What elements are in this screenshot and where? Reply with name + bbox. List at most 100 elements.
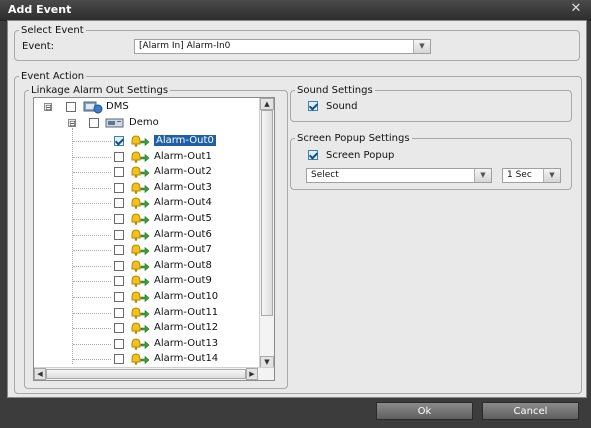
tree-item-row[interactable]: Alarm-Out7	[34, 243, 260, 258]
alarm-out-label[interactable]: Alarm-Out5	[154, 213, 212, 224]
alarm-out-checkbox[interactable]	[114, 152, 124, 162]
cancel-button[interactable]: Cancel	[482, 402, 579, 420]
alarm-out-label[interactable]: Alarm-Out3	[154, 182, 212, 193]
tree-guide-line	[73, 344, 111, 345]
tree-item-row[interactable]: Alarm-Out12	[34, 321, 260, 336]
chevron-down-icon[interactable]: ▼	[474, 169, 491, 182]
tree-root-label[interactable]: DMS	[106, 101, 129, 112]
alarm-out-checkbox[interactable]	[114, 183, 124, 193]
alarm-out-checkbox[interactable]	[114, 198, 124, 208]
tree-device-checkbox[interactable]	[89, 118, 99, 128]
scroll-right-icon[interactable]: ▶	[246, 368, 258, 380]
scroll-left-icon[interactable]: ◀	[34, 368, 46, 380]
event-action-legend: Event Action	[21, 71, 85, 82]
tree-root-checkbox[interactable]	[66, 102, 76, 112]
tree-guide-line	[73, 141, 111, 142]
alarm-out-tree[interactable]: ⊟ DMS ⊟ Demo Alarm-Out0 Alarm-Out1 Alarm-O…	[33, 97, 275, 381]
alarm-out-checkbox[interactable]	[114, 261, 124, 271]
device-icon	[105, 117, 125, 129]
alarm-out-label[interactable]: Alarm-Out11	[154, 307, 218, 318]
tree-hscroll-thumb[interactable]	[46, 369, 246, 379]
tree-device-label[interactable]: Demo	[129, 117, 159, 128]
alarm-out-checkbox[interactable]	[114, 354, 124, 364]
linkage-legend: Linkage Alarm Out Settings	[31, 85, 169, 96]
alarm-bell-icon	[130, 229, 150, 241]
event-dropdown-value: [Alarm In] Alarm-In0	[139, 41, 231, 51]
alarm-bell-icon	[130, 260, 150, 272]
event-dropdown[interactable]: [Alarm In] Alarm-In0 ▼	[134, 39, 431, 54]
tree-item-row[interactable]: Alarm-Out11	[34, 306, 260, 321]
tree-horizontal-scrollbar[interactable]: ◀ ▶	[34, 367, 274, 380]
alarm-bell-icon	[130, 151, 150, 163]
tree-item-row[interactable]: Alarm-Out6	[34, 228, 260, 243]
alarm-out-checkbox[interactable]	[114, 292, 124, 302]
ok-button[interactable]: Ok	[376, 402, 473, 420]
tree-item-row[interactable]: Alarm-Out10	[34, 290, 260, 305]
alarm-out-label[interactable]: Alarm-Out2	[154, 166, 212, 177]
screen-popup-checkbox[interactable]	[308, 150, 318, 160]
alarm-out-label[interactable]: Alarm-Out8	[154, 260, 212, 271]
popup-duration-value: 1 Sec	[507, 170, 532, 180]
tree-root-expander[interactable]: ⊟	[44, 103, 52, 112]
alarm-out-checkbox[interactable]	[114, 230, 124, 240]
screen-popup-legend: Screen Popup Settings	[297, 133, 410, 144]
close-icon[interactable]: ✕	[569, 2, 583, 16]
alarm-bell-icon	[130, 291, 150, 303]
sound-checkbox-label: Sound	[326, 101, 358, 112]
chevron-down-icon[interactable]: ▼	[413, 40, 430, 53]
tree-guide-line	[73, 172, 111, 173]
tree-item-row[interactable]: Alarm-Out8	[34, 259, 260, 274]
alarm-out-checkbox[interactable]	[114, 214, 124, 224]
alarm-out-label[interactable]: Alarm-Out13	[154, 338, 218, 349]
alarm-out-checkbox[interactable]	[114, 323, 124, 333]
tree-item-row[interactable]: Alarm-Out2	[34, 165, 260, 180]
tree-item-row[interactable]: Alarm-Out4	[34, 196, 260, 211]
popup-target-dropdown[interactable]: Select ▼	[306, 168, 492, 183]
alarm-out-label[interactable]: Alarm-Out9	[154, 275, 212, 286]
tree-item-row[interactable]: Alarm-Out0	[34, 134, 260, 149]
alarm-out-label[interactable]: Alarm-Out0	[154, 135, 216, 146]
tree-item-row[interactable]: Alarm-Out14	[34, 352, 260, 367]
alarm-out-checkbox[interactable]	[114, 339, 124, 349]
alarm-out-label[interactable]: Alarm-Out4	[154, 197, 212, 208]
alarm-bell-icon	[130, 353, 150, 365]
add-event-dialog: Add Event ✕ Select Event Event: [Alarm I…	[0, 0, 591, 428]
tree-vscroll-thumb[interactable]	[261, 110, 273, 316]
screen-popup-checkbox-label: Screen Popup	[326, 150, 395, 161]
tree-item-row[interactable]: Alarm-Out5	[34, 212, 260, 227]
sound-checkbox[interactable]	[308, 101, 318, 111]
select-event-legend: Select Event	[21, 25, 84, 36]
title-bar[interactable]: Add Event ✕	[0, 0, 591, 21]
alarm-bell-icon	[130, 197, 150, 209]
tree-guide-line	[73, 313, 111, 314]
alarm-out-checkbox[interactable]	[114, 276, 124, 286]
popup-target-value: Select	[311, 170, 339, 180]
alarm-out-label[interactable]: Alarm-Out10	[154, 291, 218, 302]
alarm-out-label[interactable]: Alarm-Out14	[154, 353, 218, 364]
popup-duration-dropdown[interactable]: 1 Sec ▼	[502, 168, 561, 183]
tree-item-row[interactable]: Alarm-Out9	[34, 274, 260, 289]
tree-guide-line	[73, 188, 111, 189]
tree-item-row[interactable]: Alarm-Out3	[34, 181, 260, 196]
tree-guide-line	[73, 235, 111, 236]
alarm-bell-icon	[130, 135, 150, 147]
tree-item-row[interactable]: Alarm-Out13	[34, 337, 260, 352]
alarm-out-checkbox[interactable]	[114, 308, 124, 318]
chevron-down-icon[interactable]: ▼	[543, 169, 560, 182]
tree-item-row[interactable]: Alarm-Out1	[34, 150, 260, 165]
alarm-out-label[interactable]: Alarm-Out12	[154, 322, 218, 333]
alarm-out-label[interactable]: Alarm-Out1	[154, 151, 212, 162]
scroll-up-icon[interactable]: ▲	[260, 98, 274, 110]
tree-guide-line	[73, 359, 111, 360]
alarm-out-checkbox[interactable]	[114, 245, 124, 255]
tree-guide-line	[73, 328, 111, 329]
event-label: Event:	[22, 41, 55, 52]
alarm-out-checkbox[interactable]	[114, 136, 124, 146]
tree-vertical-scrollbar[interactable]: ▲ ▼	[259, 98, 274, 368]
tree-device-expander[interactable]: ⊟	[68, 119, 76, 128]
tree-guide-line	[73, 250, 111, 251]
alarm-out-checkbox[interactable]	[114, 167, 124, 177]
alarm-bell-icon	[130, 307, 150, 319]
alarm-out-label[interactable]: Alarm-Out7	[154, 244, 212, 255]
alarm-out-label[interactable]: Alarm-Out6	[154, 229, 212, 240]
